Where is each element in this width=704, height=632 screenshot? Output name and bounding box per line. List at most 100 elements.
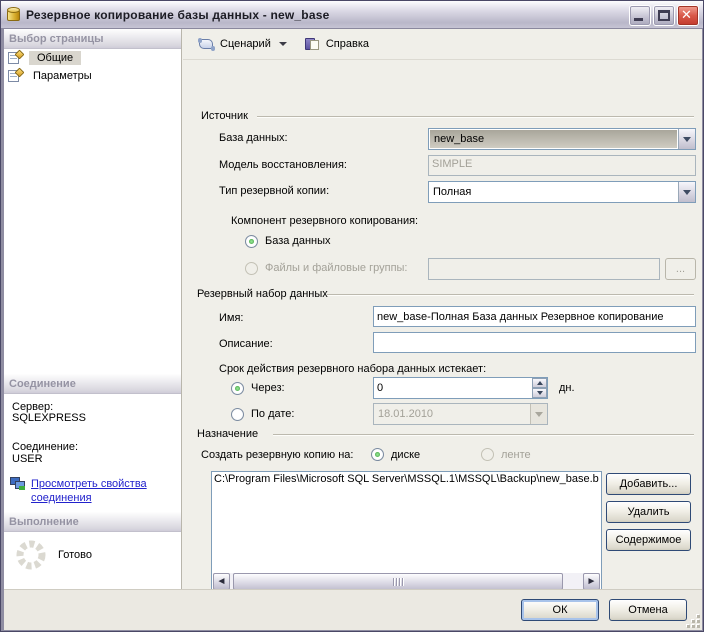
- script-dropdown-icon[interactable]: [279, 42, 287, 46]
- connection-properties-icon: [10, 477, 26, 491]
- recovery-model-label: Модель восстановления:: [219, 159, 347, 171]
- backup-database-dialog: Резервное копирование базы данных - new_…: [0, 0, 704, 632]
- expire-after-input[interactable]: [373, 377, 548, 399]
- resize-grip[interactable]: [687, 615, 700, 628]
- description-label: Описание:: [219, 338, 273, 350]
- sidebar-item-general[interactable]: Общие: [4, 49, 181, 67]
- recovery-model-field: SIMPLE: [428, 155, 696, 176]
- files-field: [428, 258, 660, 280]
- window-title: Резервное копирование базы данных - new_…: [26, 8, 329, 22]
- sidebar-item-label: Общие: [33, 51, 77, 65]
- page-icon: [8, 69, 23, 83]
- expire-on-date-label: По дате:: [251, 408, 294, 420]
- group-divider: [327, 294, 694, 296]
- backup-type-combobox-button[interactable]: [678, 182, 695, 202]
- expire-label: Срок действия резервного набора данных и…: [219, 363, 486, 375]
- help-icon: [305, 37, 321, 51]
- sidebar-item-label: Параметры: [29, 69, 96, 83]
- toolbar: Сценарий Справка: [183, 29, 702, 60]
- cancel-button[interactable]: Отмена: [609, 599, 687, 621]
- tape-radio: [481, 448, 494, 461]
- connection-value: USER: [4, 453, 51, 465]
- progress-spinner-icon: [16, 540, 46, 570]
- close-icon: ✕: [681, 8, 692, 23]
- component-database-label: База данных: [265, 235, 331, 247]
- tape-radio-label: ленте: [501, 449, 531, 461]
- database-combobox-value: new_base: [430, 130, 677, 148]
- script-icon: [198, 37, 215, 51]
- scroll-thumb[interactable]: [233, 573, 563, 590]
- description-input[interactable]: [373, 332, 696, 353]
- backup-type-combobox[interactable]: Полная: [428, 181, 696, 203]
- database-combobox-button[interactable]: [678, 129, 695, 149]
- spin-up-button[interactable]: [532, 378, 547, 388]
- minimize-button[interactable]: [629, 5, 651, 26]
- view-connection-properties-link[interactable]: Просмотреть свойства соединения: [31, 477, 174, 506]
- browse-button: ...: [665, 258, 696, 280]
- progress-area: Готово: [4, 532, 92, 570]
- scroll-track[interactable]: [230, 573, 583, 590]
- progress-header: Выполнение: [4, 512, 181, 532]
- name-input[interactable]: [373, 306, 696, 327]
- destination-group-label: Назначение: [197, 428, 258, 440]
- scroll-left-button[interactable]: ◄: [213, 573, 230, 590]
- database-icon: [7, 7, 21, 23]
- group-divider: [273, 434, 694, 436]
- component-files-label: Файлы и файловые группы:: [265, 262, 407, 274]
- expire-after-radio[interactable]: [231, 382, 244, 395]
- progress-status: Готово: [58, 549, 92, 561]
- view-connection-properties: Просмотреть свойства соединения: [4, 469, 180, 514]
- name-label: Имя:: [219, 312, 243, 324]
- maximize-button[interactable]: [653, 5, 675, 26]
- dialog-body: Выбор страницы Общие Параметры Соединени…: [4, 29, 702, 630]
- help-button[interactable]: Справка: [298, 33, 376, 55]
- scroll-right-button[interactable]: ►: [583, 573, 600, 590]
- expire-date-picker: 18.01.2010: [373, 403, 548, 425]
- footer-bar: ОК Отмена: [4, 589, 702, 630]
- server-value: SQLEXPRESS: [4, 412, 94, 424]
- script-button-label: Сценарий: [220, 38, 271, 50]
- chevron-down-icon: [535, 412, 543, 417]
- destination-path-item[interactable]: C:\Program Files\Microsoft SQL Server\MS…: [212, 472, 601, 487]
- disk-radio[interactable]: [371, 448, 384, 461]
- backup-type-combobox-value: Полная: [429, 182, 678, 202]
- expire-after-units: дн.: [559, 382, 575, 394]
- database-label: База данных:: [219, 132, 288, 144]
- connection-label: Соединение:: [4, 437, 86, 453]
- page-icon: [8, 51, 23, 65]
- source-group-label: Источник: [201, 110, 248, 122]
- spin-down-button[interactable]: [532, 388, 547, 398]
- disk-radio-label: диске: [391, 449, 420, 461]
- contents-button[interactable]: Содержимое: [606, 529, 691, 551]
- add-button[interactable]: Добавить...: [606, 473, 691, 495]
- expire-on-date-radio[interactable]: [231, 408, 244, 421]
- chevron-down-icon: [683, 190, 691, 195]
- remove-button[interactable]: Удалить: [606, 501, 691, 523]
- component-files-radio: [245, 262, 258, 275]
- backup-set-group-label: Резервный набор данных: [197, 288, 328, 300]
- titlebar: Резервное копирование базы данных - new_…: [1, 1, 704, 29]
- expire-after-spinner: [532, 378, 547, 398]
- backup-to-label: Создать резервную копию на:: [201, 449, 353, 461]
- sidebar: Выбор страницы Общие Параметры Соединени…: [4, 29, 182, 589]
- connection-header: Соединение: [4, 374, 181, 394]
- script-button[interactable]: Сценарий: [191, 33, 294, 55]
- component-database-radio[interactable]: [245, 235, 258, 248]
- server-label: Сервер:: [4, 397, 61, 413]
- ok-button[interactable]: ОК: [521, 599, 599, 621]
- general-page: Источник База данных: new_base Модель во…: [183, 60, 702, 589]
- pages-header: Выбор страницы: [4, 29, 181, 49]
- backup-component-label: Компонент резервного копирования:: [231, 215, 418, 227]
- chevron-down-icon: [683, 137, 691, 142]
- destination-paths-listbox[interactable]: C:\Program Files\Microsoft SQL Server\MS…: [211, 471, 602, 592]
- horizontal-scrollbar[interactable]: ◄ ►: [213, 573, 600, 590]
- close-button[interactable]: ✕: [677, 5, 699, 26]
- sidebar-item-options[interactable]: Параметры: [4, 67, 181, 85]
- group-divider: [257, 116, 694, 118]
- expire-after-label: Через:: [251, 382, 285, 394]
- expire-date-button: [530, 404, 547, 424]
- expire-date-value: 18.01.2010: [374, 404, 530, 424]
- database-combobox[interactable]: new_base: [428, 128, 696, 150]
- help-button-label: Справка: [326, 38, 369, 50]
- backup-type-label: Тип резервной копии:: [219, 185, 329, 197]
